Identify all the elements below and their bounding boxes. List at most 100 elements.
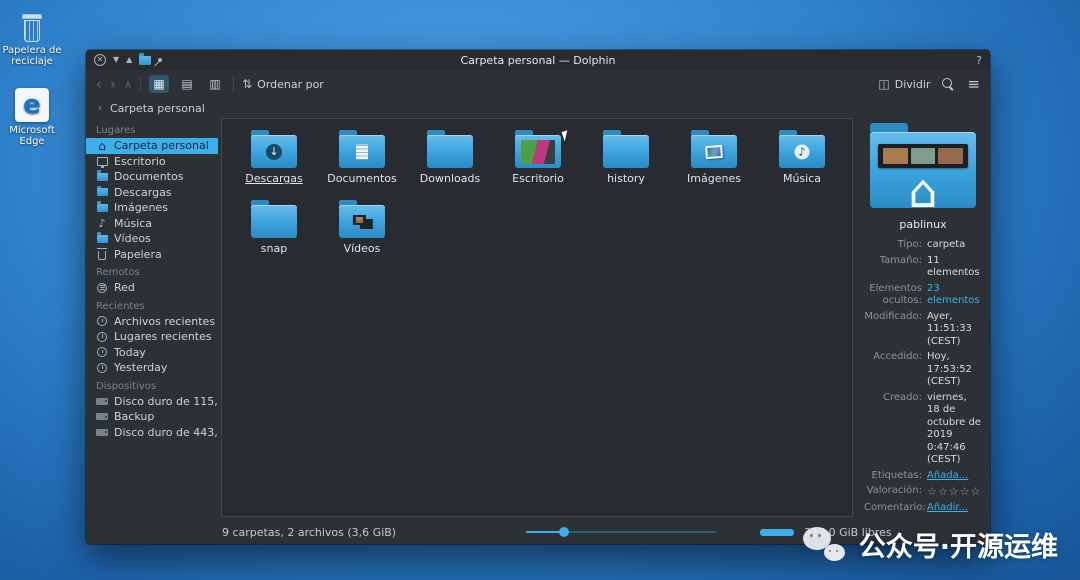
folder-icon <box>251 205 297 238</box>
search-icon[interactable] <box>942 78 955 91</box>
sidebar-item-musica[interactable]: ♪ Música <box>86 216 218 232</box>
up-button[interactable]: ∧ <box>124 79 132 90</box>
sidebar-item-papelera[interactable]: Papelera <box>86 247 218 263</box>
split-button[interactable]: ◫ Dividir <box>878 77 930 91</box>
cursor-icon <box>562 130 571 141</box>
desktop-icon-recycle-bin[interactable]: Papelera de reciclaje <box>0 6 64 67</box>
sidebar-item-escritorio[interactable]: Escritorio <box>86 154 218 170</box>
document-emblem-icon <box>356 144 368 159</box>
breadcrumb-chevron-icon: › <box>98 103 102 114</box>
pin-icon[interactable] <box>157 57 163 63</box>
sidebar-item-today[interactable]: Today <box>86 345 218 361</box>
back-button[interactable]: ‹ <box>96 77 102 92</box>
downloads-folder-icon <box>96 186 108 198</box>
sidebar-item-red[interactable]: Red <box>86 280 218 296</box>
documents-folder-icon <box>96 171 108 183</box>
home-icon: ⌂ <box>96 140 108 152</box>
folder-icon: ♪ <box>779 135 825 168</box>
section-header-dispositivos: Dispositivos <box>86 376 218 394</box>
add-comment-link[interactable]: Añadir... <box>927 502 982 515</box>
hamburger-menu-icon[interactable]: ≡ <box>967 77 980 92</box>
rating-stars[interactable]: ☆☆☆☆☆ <box>927 485 982 499</box>
folder-item-escritorio[interactable]: Escritorio <box>494 127 582 197</box>
icons-view-button[interactable]: ▦ <box>149 75 169 93</box>
music-note-icon: ♪ <box>96 217 108 229</box>
sidebar-item-archivos-recientes[interactable]: Archivos recientes <box>86 314 218 330</box>
help-icon[interactable]: ? <box>976 54 982 67</box>
add-tags-link[interactable]: Añada... <box>927 470 982 483</box>
window-folder-icon <box>139 56 151 65</box>
toolbar-separator <box>233 76 234 92</box>
zoom-slider-knob[interactable] <box>559 527 569 537</box>
desktop-icon-label: Papelera de reciclaje <box>0 45 64 67</box>
watermark-text: 公众号·开源运维 <box>859 525 1058 564</box>
detail-row-accedido: Accedido: Hoy, 17:53:52 (CEST) <box>864 351 982 389</box>
sidebar-item-imagenes[interactable]: Imágenes <box>86 200 218 216</box>
hard-drive-icon <box>96 411 108 423</box>
filmstrip-preview <box>878 144 968 168</box>
today-clock-icon <box>96 346 108 358</box>
music-emblem-icon: ♪ <box>795 144 810 159</box>
detail-row-modificado: Modificado: Ayer, 11:51:33 (CEST) <box>864 311 982 349</box>
sidebar-item-carpeta-personal[interactable]: ⌂ Carpeta personal <box>86 138 218 154</box>
sidebar-item-descargas[interactable]: Descargas <box>86 185 218 201</box>
toolbar-separator <box>140 76 141 92</box>
dolphin-window: Carpeta personal — Dolphin ✕ ▼ ▲ ? ‹ › ∧… <box>86 50 990 544</box>
folder-item-snap[interactable]: snap <box>230 197 318 267</box>
folder-icon <box>515 135 561 168</box>
photo-emblem-icon <box>705 144 723 158</box>
compact-view-button[interactable]: ▤ <box>177 75 197 93</box>
forward-button[interactable]: › <box>110 77 116 92</box>
chevron-up-icon[interactable]: ▲ <box>126 56 132 64</box>
sidebar-item-backup[interactable]: Backup <box>86 409 218 425</box>
sidebar-item-disco-443[interactable]: Disco duro de 443,2 GiB <box>86 425 218 441</box>
breadcrumb-location[interactable]: Carpeta personal <box>110 102 205 115</box>
desktop-icon-edge[interactable]: e Microsoft Edge <box>0 86 64 147</box>
places-panel: Lugares ⌂ Carpeta personal Escritorio Do… <box>86 118 218 520</box>
titlebar[interactable]: Carpeta personal — Dolphin ✕ ▼ ▲ ? <box>86 50 990 70</box>
detail-row-tipo: Tipo: carpeta <box>864 239 982 252</box>
section-header-recientes: Recientes <box>86 296 218 314</box>
sidebar-item-disco-115[interactable]: Disco duro de 115,1 GiB <box>86 394 218 410</box>
desktop-icon-label: Microsoft Edge <box>0 125 64 147</box>
detail-row-comentario: Comentario: Añadir... <box>864 502 982 515</box>
toolbar: ‹ › ∧ ▦ ▤ ▥ ⇅ Ordenar por ◫ Dividir ≡ <box>86 70 990 98</box>
sort-icon: ⇅ <box>242 77 252 91</box>
desktop-preview-emblem <box>521 140 555 164</box>
chevron-down-icon[interactable]: ▼ <box>113 56 119 64</box>
folder-item-videos[interactable]: Vídeos <box>318 197 406 267</box>
yesterday-clock-icon <box>96 362 108 374</box>
folder-item-descargas[interactable]: ↓ Descargas <box>230 127 318 197</box>
window-title: Carpeta personal — Dolphin <box>86 54 990 67</box>
sidebar-item-videos[interactable]: Vídeos <box>86 231 218 247</box>
free-space-bar <box>760 529 794 536</box>
download-emblem-icon: ↓ <box>266 144 282 160</box>
sidebar-item-yesterday[interactable]: Yesterday <box>86 360 218 376</box>
images-folder-icon <box>96 202 108 214</box>
wechat-icon <box>803 527 847 563</box>
folder-item-documentos[interactable]: Documentos <box>318 127 406 197</box>
zoom-slider[interactable] <box>526 526 716 538</box>
details-view-button[interactable]: ▥ <box>205 75 225 93</box>
folder-icon: ↓ <box>251 135 297 168</box>
folder-view[interactable]: ↓ Descargas Documentos Downloads Esc <box>221 118 853 517</box>
folder-icon <box>691 135 737 168</box>
breadcrumb[interactable]: › Carpeta personal <box>86 98 990 118</box>
section-header-lugares: Lugares <box>86 120 218 138</box>
videos-folder-icon <box>96 233 108 245</box>
sidebar-item-documentos[interactable]: Documentos <box>86 169 218 185</box>
folder-item-musica[interactable]: ♪ Música <box>758 127 846 197</box>
detail-row-etiquetas: Etiquetas: Añada... <box>864 470 982 483</box>
section-header-remotos: Remotos <box>86 262 218 280</box>
sort-by-button[interactable]: ⇅ Ordenar por <box>242 77 324 91</box>
folder-item-downloads[interactable]: Downloads <box>406 127 494 197</box>
folder-item-imagenes[interactable]: Imágenes <box>670 127 758 197</box>
desktop: { "desktop": { "icons": [ { "label": "Pa… <box>0 0 1080 580</box>
folder-item-history[interactable]: history <box>582 127 670 197</box>
sidebar-item-lugares-recientes[interactable]: Lugares recientes <box>86 329 218 345</box>
selection-name: pablinux <box>864 218 982 231</box>
close-button[interactable]: ✕ <box>94 54 106 66</box>
edge-icon: e <box>15 88 49 122</box>
detail-row-creado: Creado: viernes, 18 de octubre de 2019 0… <box>864 392 982 467</box>
watermark: 公众号·开源运维 <box>803 525 1058 564</box>
